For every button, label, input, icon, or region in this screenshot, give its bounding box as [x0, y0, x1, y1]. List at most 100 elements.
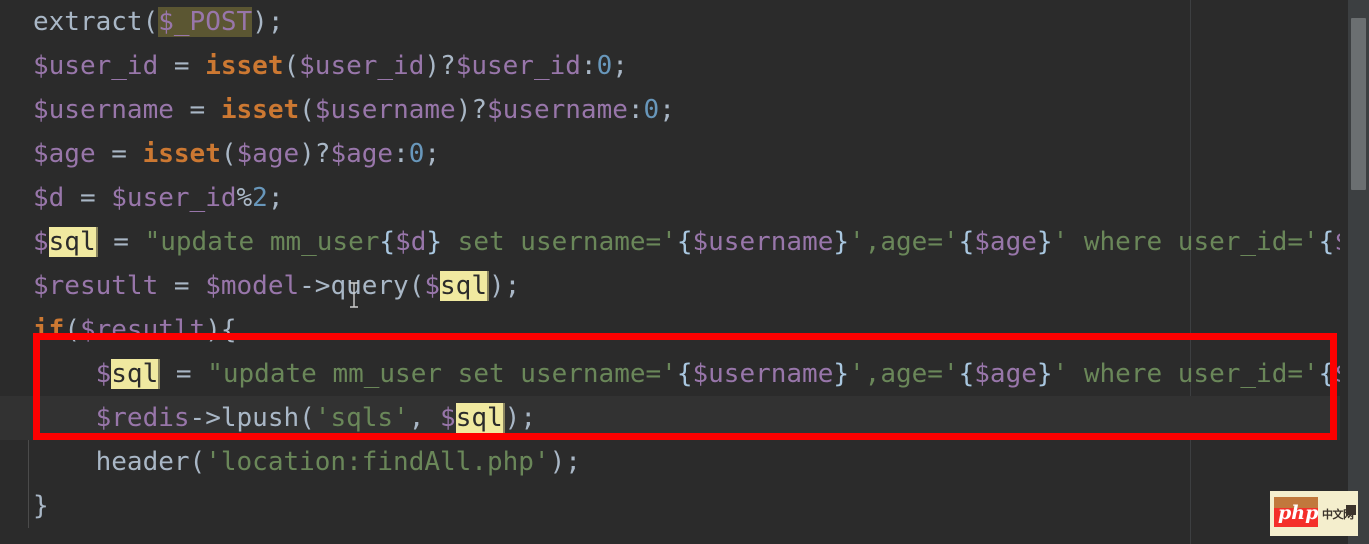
code-token: :: [580, 51, 597, 81]
code-token: {: [379, 227, 396, 257]
code-token: (: [142, 7, 159, 37]
code-token: {: [1318, 359, 1335, 389]
code-token: $: [424, 271, 441, 301]
code-token: 'location:findAll.php': [205, 447, 550, 477]
code-token: :: [627, 95, 644, 125]
code-token: set username=': [442, 227, 677, 257]
code-token: (: [189, 447, 206, 477]
code-token: isset: [220, 95, 300, 125]
vertical-scrollbar-thumb[interactable]: [1351, 18, 1366, 190]
code-line[interactable]: $sql = "update mm_user set username='{$u…: [0, 352, 1369, 396]
code-token: ): [252, 7, 268, 37]
code-token: ',age=': [849, 359, 959, 389]
code-token: $username: [692, 359, 834, 389]
code-token: if: [33, 315, 65, 345]
code-line[interactable]: $user_id = isset($user_id)?$user_id:0;: [0, 44, 1369, 88]
code-token: lpush: [220, 403, 300, 433]
code-line[interactable]: $resutlt = $model->query($sql);: [0, 264, 1369, 308]
code-token: =: [160, 359, 208, 389]
code-token: {: [1318, 227, 1335, 257]
code-token: ,: [408, 403, 441, 433]
code-token: }: [833, 227, 850, 257]
code-token: 2: [252, 183, 268, 213]
code-line[interactable]: extract($_POST);: [0, 0, 1369, 44]
code-line[interactable]: $d = $user_id%2;: [0, 176, 1369, 220]
editor-code-area[interactable]: extract($_POST); $user_id = isset($user_i…: [0, 0, 1369, 544]
code-token: $user_id: [299, 51, 425, 81]
php-watermark: php 中文网: [1270, 491, 1358, 536]
code-token: )?: [299, 139, 331, 169]
code-token: ): [504, 403, 521, 433]
code-token: }: [1036, 359, 1053, 389]
code-token: {: [958, 227, 975, 257]
code-token: $user_id: [33, 51, 159, 81]
code-token: 0: [643, 95, 660, 125]
code-token: }: [1036, 227, 1053, 257]
code-token: ;: [424, 139, 441, 169]
code-token: $user_id: [455, 51, 581, 81]
code-token: (: [408, 271, 425, 301]
code-token: $username: [692, 227, 834, 257]
code-token: (: [299, 403, 315, 433]
code-line[interactable]: $username = isset($username)?$username:0…: [0, 88, 1369, 132]
code-token: ' where user_id=': [1052, 227, 1319, 257]
code-token: $: [33, 227, 49, 257]
code-token: "update mm_user: [144, 227, 380, 257]
code-token: ->: [189, 403, 221, 433]
code-token: header: [95, 447, 190, 477]
code-token: query: [330, 271, 409, 301]
code-token: $d: [395, 227, 427, 257]
code-line[interactable]: $redis->lpush('sqls', $sql);: [0, 396, 1369, 440]
code-token: extract: [33, 7, 143, 37]
code-token: ): [489, 271, 505, 301]
code-token: ;: [659, 95, 675, 125]
code-token: $user_id: [111, 183, 237, 213]
code-token: ;: [267, 183, 284, 213]
watermark-icon: [1346, 505, 1356, 515]
code-token: {: [220, 315, 237, 345]
code-token: "update mm_user set username=': [207, 359, 677, 389]
code-token: (: [64, 315, 80, 345]
code-token: }: [833, 359, 850, 389]
code-token: ->: [299, 271, 331, 301]
code-token: (: [283, 51, 300, 81]
code-token: $resutlt: [33, 271, 159, 301]
code-token: $age: [33, 139, 96, 169]
code-token: $redis: [95, 403, 190, 433]
search-match-token: sql: [48, 227, 98, 257]
code-token: isset: [142, 139, 221, 169]
code-token: ;: [612, 51, 628, 81]
code-token: =: [64, 183, 112, 213]
code-token: 0: [408, 139, 425, 169]
code-token: (: [299, 95, 315, 125]
code-line[interactable]: header('location:findAll.php');: [0, 440, 1369, 484]
code-token: ): [205, 315, 221, 345]
code-token: =: [95, 139, 143, 169]
code-token: $age: [236, 139, 300, 169]
code-token: ;: [520, 403, 536, 433]
code-token: isset: [205, 51, 284, 81]
code-token: $age: [330, 139, 394, 169]
code-token: (: [220, 139, 237, 169]
code-token: $resutlt: [79, 315, 206, 345]
usage-highlight-token: $_POST: [158, 7, 253, 37]
code-token: %: [236, 183, 253, 213]
code-token: $age: [974, 227, 1037, 257]
code-token: ',age=': [849, 227, 959, 257]
code-line[interactable]: $sql = "update mm_user{$d} set username=…: [0, 220, 1369, 264]
code-line[interactable]: $age = isset($age)?$age:0;: [0, 132, 1369, 176]
code-token: ;: [267, 7, 284, 37]
code-token: $username: [487, 95, 628, 125]
code-line[interactable]: }: [0, 484, 1369, 528]
code-token: }: [33, 491, 49, 521]
code-token: 'sqls': [314, 403, 409, 433]
code-token: )?: [424, 51, 456, 81]
code-token: ;: [565, 447, 581, 477]
code-token: $username: [33, 95, 174, 125]
code-line[interactable]: if($resutlt){: [0, 308, 1369, 352]
php-logo-text: php: [1278, 502, 1319, 524]
indent-guide: [28, 440, 29, 528]
code-token: $age: [974, 359, 1037, 389]
vertical-scrollbar-track[interactable]: [1348, 0, 1369, 544]
